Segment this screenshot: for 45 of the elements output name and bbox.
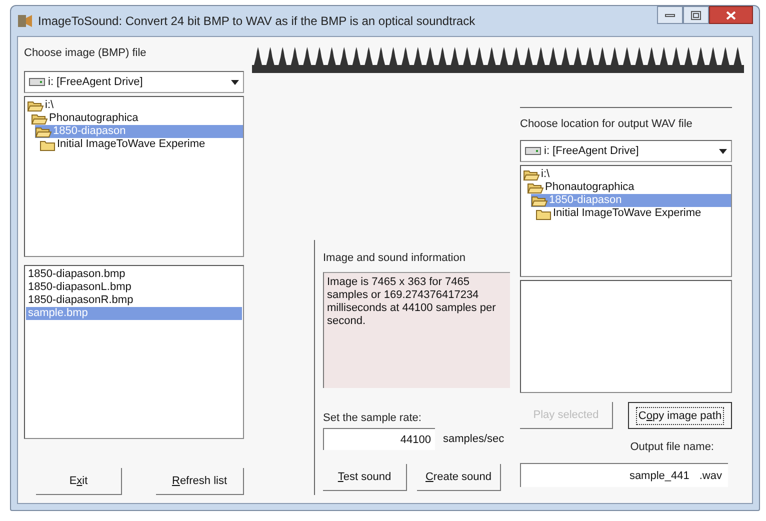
caret-icon [231,80,239,84]
section-label: Choose image (BMP) file [24,47,148,59]
app-icon [17,13,33,29]
close-button[interactable] [709,6,753,24]
action-button[interactable]: Refresh list [156,468,244,495]
folder-icon [523,168,540,180]
folder-item[interactable]: Initial ImageToWave Experime [535,207,731,220]
file-item[interactable]: 1850-diapasonL.bmp [26,281,242,294]
maximize-icon [691,10,701,20]
minimize-icon [665,12,675,18]
file-name-value: sample_441 [629,470,690,482]
action-button[interactable]: Copy image path [628,402,732,429]
action-button[interactable]: Create sound [417,464,501,491]
drive-dropdown[interactable]: i: [FreeAgent Drive] [24,71,244,93]
section-label: Choose location for output WAV file [520,118,694,130]
output-name-field[interactable]: sample_441 .wav [520,463,728,487]
close-icon [726,10,736,20]
sample-rate-label: Set the sample rate: [323,412,422,424]
folder-icon [531,194,548,206]
maximize-button[interactable] [683,6,709,24]
folder-icon [35,126,52,138]
info-text: Image is 7465 x 363 for 7465 samples or 169.274376417234 milliseconds at 44100 samples per second. [323,272,510,388]
folder-item[interactable]: i:\ [27,99,243,112]
drive-icon [29,77,45,87]
window-title: ImageToSound: Convert 24 bit BMP to WAV as if the BMP is an optical soundtrack [38,14,476,28]
unit-label: samples/sec [443,433,504,445]
file-item[interactable]: 1850-diapasonR.bmp [26,294,242,307]
folder-icon [527,182,544,194]
caret-icon [719,148,727,154]
sample-rate-field[interactable]: 44100 [323,428,435,450]
folder-item[interactable]: Initial ImageToWave Experime [39,138,243,151]
file-item[interactable]: 1850-diapason.bmp [26,268,242,281]
output-name-label: Output file name: [629,441,715,453]
minimize-button[interactable] [657,6,683,24]
folder-icon [31,112,48,124]
drive-dropdown[interactable]: i: [FreeAgent Drive] [520,140,732,162]
drive-icon [525,146,541,156]
action-button[interactable]: Exit [36,468,122,495]
folder-item[interactable]: Phonautographica [527,181,731,194]
section-label: Image and sound information [323,252,466,264]
folder-icon [27,100,44,112]
extension-label: .wav [699,470,722,482]
folder-item[interactable]: i:\ [523,168,731,181]
folder-item[interactable]: Phonautographica [31,112,243,125]
action-button[interactable]: Test sound [323,464,407,491]
